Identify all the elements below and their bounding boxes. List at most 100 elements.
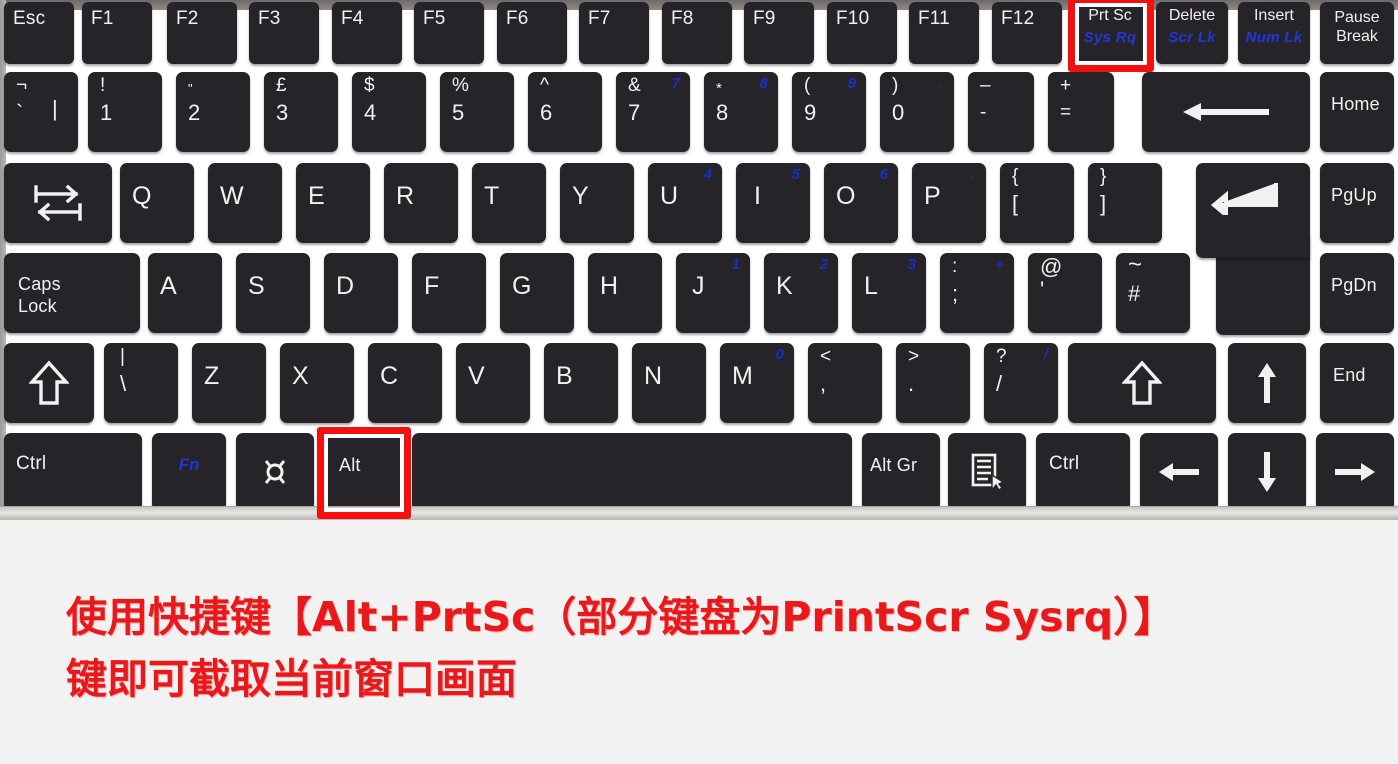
- key-arrow-right[interactable]: [1316, 433, 1394, 511]
- key-f4[interactable]: F4: [332, 2, 402, 64]
- key-i[interactable]: I 5: [736, 163, 810, 243]
- key-lower-label: =: [1060, 102, 1072, 123]
- key-p[interactable]: P ·: [912, 163, 986, 243]
- key-t[interactable]: T: [472, 163, 546, 243]
- key-f10[interactable]: F10: [827, 2, 897, 64]
- key-v[interactable]: V: [456, 343, 530, 423]
- key-tab[interactable]: [4, 163, 112, 243]
- key-home[interactable]: Home: [1320, 72, 1394, 152]
- key-f6[interactable]: F6: [497, 2, 567, 64]
- key-label: B: [556, 362, 573, 390]
- key-f1[interactable]: F1: [82, 2, 152, 64]
- key-end[interactable]: End: [1320, 343, 1394, 423]
- key-r[interactable]: R: [384, 163, 458, 243]
- key-caps-lock[interactable]: Caps Lock: [4, 253, 140, 333]
- super-key-icon: [236, 433, 314, 511]
- key-minus[interactable]: – -: [968, 72, 1034, 152]
- key-bracket-left[interactable]: { [: [1000, 163, 1074, 243]
- key-lower-label: /: [996, 371, 1003, 396]
- key-5[interactable]: % 5: [440, 72, 514, 152]
- key-period[interactable]: > .: [896, 343, 970, 423]
- key-j[interactable]: J 1: [676, 253, 750, 333]
- key-g[interactable]: G: [500, 253, 574, 333]
- key-c[interactable]: C: [368, 343, 442, 423]
- key-ctrl-left[interactable]: Ctrl: [4, 433, 142, 511]
- key-esc[interactable]: Esc: [4, 2, 74, 64]
- key-hash[interactable]: ~ #: [1116, 253, 1190, 333]
- key-6[interactable]: ^ 6: [528, 72, 602, 152]
- key-apostrophe[interactable]: @ ': [1028, 253, 1102, 333]
- key-7[interactable]: & 7 7: [616, 72, 690, 152]
- key-m[interactable]: M 0: [720, 343, 794, 423]
- backspace-arrow-icon: [1142, 72, 1310, 152]
- key-e[interactable]: E: [296, 163, 370, 243]
- key-backslash[interactable]: | \: [104, 343, 178, 423]
- key-8[interactable]: * 8 8: [704, 72, 778, 152]
- key-pgdn[interactable]: PgDn: [1320, 253, 1394, 333]
- key-u[interactable]: U 4: [648, 163, 722, 243]
- key-upper-label: ^: [540, 75, 549, 96]
- key-semicolon[interactable]: : ; +: [940, 253, 1014, 333]
- key-f[interactable]: F: [412, 253, 486, 333]
- key-super[interactable]: [236, 433, 314, 511]
- key-h[interactable]: H: [588, 253, 662, 333]
- key-numpad-overlay-label: 5: [791, 166, 800, 183]
- key-pgup[interactable]: PgUp: [1320, 163, 1394, 243]
- key-f3[interactable]: F3: [249, 2, 319, 64]
- key-label: Home: [1331, 94, 1380, 114]
- key-q[interactable]: Q: [120, 163, 194, 243]
- key-arrow-down[interactable]: [1228, 433, 1306, 511]
- key-k[interactable]: K 2: [764, 253, 838, 333]
- key-context-menu[interactable]: [948, 433, 1026, 511]
- key-0[interactable]: ) 0 ·: [880, 72, 954, 152]
- arrow-up-icon: [1228, 343, 1306, 423]
- key-alt-gr[interactable]: Alt Gr: [862, 433, 940, 511]
- key-9[interactable]: ( 9 9: [792, 72, 866, 152]
- key-o[interactable]: O 6: [824, 163, 898, 243]
- key-a[interactable]: A: [148, 253, 222, 333]
- key-upper-label: @: [1040, 254, 1063, 279]
- key-z[interactable]: Z: [192, 343, 266, 423]
- key-1[interactable]: ! 1: [88, 72, 162, 152]
- key-arrow-up[interactable]: [1228, 343, 1306, 423]
- key-alt[interactable]: Alt: [324, 433, 402, 511]
- key-b[interactable]: B: [544, 343, 618, 423]
- key-3[interactable]: £ 3: [264, 72, 338, 152]
- key-label: PgDn: [1331, 275, 1377, 295]
- key-shift-left[interactable]: [4, 343, 94, 423]
- key-d[interactable]: D: [324, 253, 398, 333]
- key-backspace[interactable]: [1142, 72, 1310, 152]
- key-f9[interactable]: F9: [744, 2, 814, 64]
- key-prt-sc[interactable]: Prt Sc Sys Rq: [1074, 2, 1146, 64]
- key-f5[interactable]: F5: [414, 2, 484, 64]
- key-y[interactable]: Y: [560, 163, 634, 243]
- key-f2[interactable]: F2: [167, 2, 237, 64]
- key-space[interactable]: [412, 433, 852, 511]
- arrow-down-icon: [1228, 433, 1306, 511]
- key-insert[interactable]: Insert Num Lk: [1238, 2, 1310, 64]
- key-pause-break[interactable]: Pause Break: [1320, 2, 1394, 64]
- key-f8[interactable]: F8: [662, 2, 732, 64]
- key-fn[interactable]: Fn: [152, 433, 226, 511]
- key-equals[interactable]: + =: [1048, 72, 1114, 152]
- key-enter[interactable]: [1196, 163, 1310, 335]
- key-n[interactable]: N: [632, 343, 706, 423]
- key-shift-right[interactable]: [1068, 343, 1216, 423]
- key-4[interactable]: $ 4: [352, 72, 426, 152]
- key-f11[interactable]: F11: [909, 2, 979, 64]
- key-slash[interactable]: ? / /: [984, 343, 1058, 423]
- key-2[interactable]: " 2: [176, 72, 250, 152]
- key-delete[interactable]: Delete Scr Lk: [1156, 2, 1228, 64]
- key-f12[interactable]: F12: [992, 2, 1062, 64]
- key-f7[interactable]: F7: [579, 2, 649, 64]
- key-comma[interactable]: < ,: [808, 343, 882, 423]
- key-ctrl-right[interactable]: Ctrl: [1036, 433, 1130, 511]
- key-s[interactable]: S: [236, 253, 310, 333]
- key-backtick[interactable]: ¬ ` |: [4, 72, 78, 152]
- key-label: O: [836, 182, 856, 210]
- key-bracket-right[interactable]: } ]: [1088, 163, 1162, 243]
- key-l[interactable]: L 3: [852, 253, 926, 333]
- key-arrow-left[interactable]: [1140, 433, 1218, 511]
- key-w[interactable]: W: [208, 163, 282, 243]
- key-x[interactable]: X: [280, 343, 354, 423]
